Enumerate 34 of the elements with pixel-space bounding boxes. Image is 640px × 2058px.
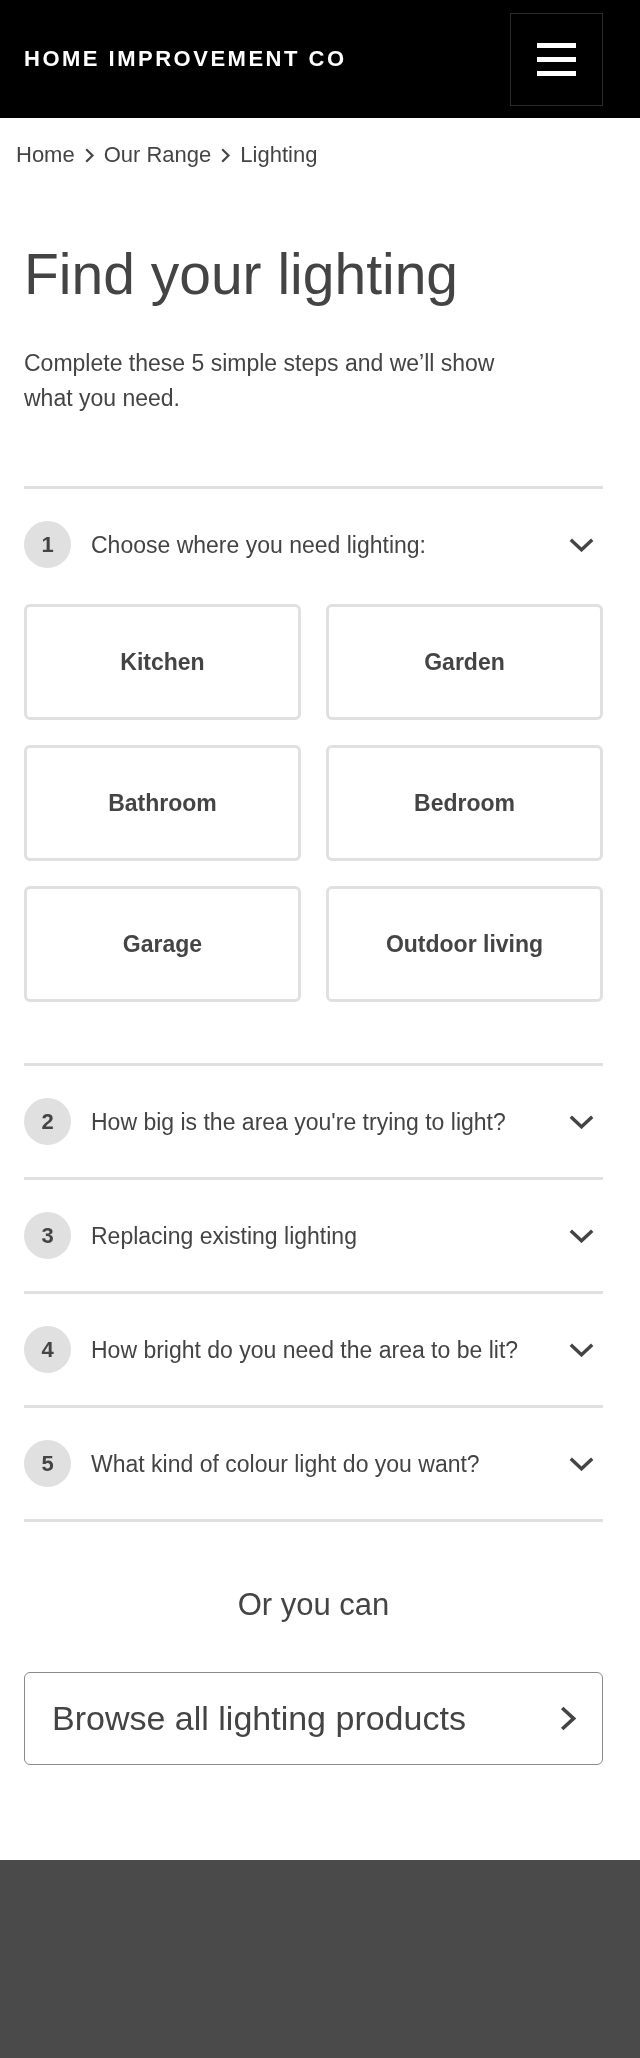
breadcrumb-link[interactable]: Our Range [103, 140, 212, 170]
chevron-down-icon [569, 1342, 594, 1357]
chevron-down-icon [569, 537, 594, 552]
page-title: Find your lighting [24, 241, 460, 308]
chevron-down-icon [569, 1114, 594, 1129]
intro-text: Complete these 5 simple steps and we’ll show what you need. [24, 349, 496, 413]
step-question[interactable]: Choose where you need lighting: [91, 529, 603, 560]
step-question[interactable]: How big is the area you're trying to light? [91, 1106, 603, 1137]
menu-button[interactable] [510, 12, 603, 106]
step-number: 1 [24, 521, 71, 568]
breadcrumb-link[interactable]: Home [16, 140, 75, 170]
breadcrumb-current: Lighting [240, 141, 318, 169]
option-tile[interactable]: Garden [326, 604, 603, 720]
step-number: 4 [24, 1326, 71, 1373]
step-number: 5 [24, 1440, 71, 1487]
step-question[interactable]: Replacing existing lighting [91, 1220, 603, 1251]
chevron-down-icon [569, 1228, 594, 1243]
step-number: 3 [24, 1212, 71, 1259]
option-tile[interactable]: Outdoor living [326, 886, 603, 1002]
option-tile[interactable]: Garage [24, 886, 301, 1002]
browse-button[interactable]: Browse all lighting products [24, 1672, 603, 1765]
chevron-right-icon [84, 147, 94, 163]
menu-icon [537, 42, 576, 76]
chevron-down-icon [569, 1456, 594, 1471]
step-question[interactable]: What kind of colour light do you want? [91, 1448, 603, 1479]
chevron-right-icon [560, 1706, 576, 1731]
chevron-right-icon [221, 147, 231, 163]
option-tile[interactable]: Kitchen [24, 604, 301, 720]
alternative-heading: Or you can [236, 1586, 391, 1624]
option-tile[interactable]: Bedroom [326, 745, 603, 861]
option-tile[interactable]: Bathroom [24, 745, 301, 861]
step-question[interactable]: How bright do you need the area to be lit? [91, 1334, 603, 1365]
brand-name[interactable]: HOME IMPROVEMENT CO [24, 46, 347, 72]
step-number: 2 [24, 1098, 71, 1145]
